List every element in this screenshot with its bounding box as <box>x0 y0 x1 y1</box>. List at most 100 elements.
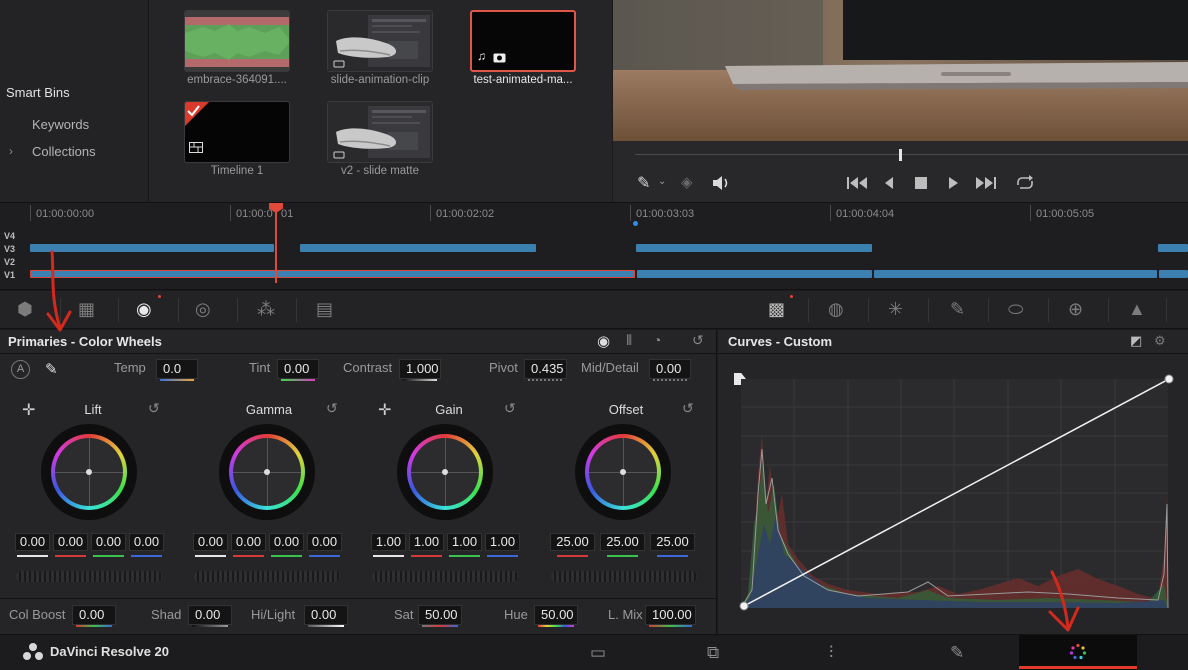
offset-wheel[interactable] <box>575 424 671 520</box>
offset-master-jog[interactable] <box>551 571 697 582</box>
timeline-clip[interactable] <box>637 270 872 278</box>
lift-b-value[interactable]: 0.00 <box>129 533 164 551</box>
wheel-puck[interactable] <box>442 469 448 475</box>
clip-thumbnail-slide-animation[interactable] <box>327 10 433 72</box>
sat-slider[interactable] <box>422 625 458 627</box>
mesh-icon[interactable]: ✳ <box>888 299 903 319</box>
gamma-y-value[interactable]: 0.00 <box>193 533 228 551</box>
mid-detail-field[interactable]: 0.00 <box>649 359 691 379</box>
edit-page-icon[interactable]: ⧉ <box>707 643 719 663</box>
clip-thumbnail-embrace[interactable] <box>184 10 290 72</box>
curve-control-point[interactable] <box>1164 374 1174 384</box>
temp-field[interactable]: 0.0 <box>156 359 198 379</box>
wheels-mode-icon[interactable]: ◉ <box>597 332 610 350</box>
lift-r-value[interactable]: 0.00 <box>53 533 88 551</box>
tracker-icon[interactable]: ⊕ <box>1068 299 1083 319</box>
curve-settings-icon[interactable]: ⚙ <box>1154 333 1166 349</box>
scrubber-track[interactable] <box>635 154 1188 155</box>
media-page-icon[interactable]: ▭ <box>590 643 606 663</box>
col-boost-field[interactable]: 0.00 <box>72 605 116 625</box>
loop-icon[interactable] <box>1014 175 1036 191</box>
timeline-clip[interactable] <box>636 244 872 252</box>
col-boost-slider[interactable] <box>76 625 112 627</box>
color-warper-icon[interactable]: ◍ <box>828 299 844 319</box>
timeline-clip-selected[interactable] <box>30 270 635 278</box>
bars-mode-icon[interactable]: ⦀ <box>626 332 632 349</box>
fairlight-page-icon[interactable]: ⫶ <box>829 643 833 663</box>
window-icon[interactable]: ⬭ <box>1008 299 1023 319</box>
reset-icon[interactable]: ↺ <box>326 400 338 417</box>
curve-control-point[interactable] <box>739 601 749 611</box>
gain-y-value[interactable]: 1.00 <box>371 533 406 551</box>
offset-g-value[interactable]: 25.00 <box>600 533 645 551</box>
play-icon[interactable] <box>947 176 959 190</box>
mini-timeline[interactable]: 01:00:00:00 01:00:0 01 01:00:02:02 01:00… <box>0 202 1188 290</box>
volume-icon[interactable] <box>712 175 732 191</box>
shad-slider[interactable] <box>192 625 228 627</box>
pivot-field[interactable]: 0.435 <box>524 359 567 379</box>
chevron-right-icon[interactable]: › <box>9 144 13 158</box>
lift-wheel[interactable] <box>41 424 137 520</box>
gain-g-value[interactable]: 1.00 <box>447 533 482 551</box>
timeline-clip[interactable] <box>1158 244 1188 252</box>
fusion-page-icon[interactable]: ✎ <box>950 643 964 663</box>
stop-icon[interactable] <box>915 177 927 189</box>
pivot-slider[interactable] <box>528 379 562 381</box>
gain-master-jog[interactable] <box>372 571 518 582</box>
lift-g-value[interactable]: 0.00 <box>91 533 126 551</box>
chevron-down-icon[interactable]: ⌄ <box>658 176 666 187</box>
clip-thumbnail-timeline-1[interactable] <box>184 101 290 163</box>
gain-r-value[interactable]: 1.00 <box>409 533 444 551</box>
l-mix-field[interactable]: 100.00 <box>645 605 696 625</box>
temp-slider[interactable] <box>160 379 194 381</box>
qualifier-icon[interactable]: ✎ <box>950 299 965 319</box>
rgb-mixer-icon[interactable]: ⁂ <box>257 299 275 319</box>
skip-end-icon[interactable] <box>975 176 997 190</box>
contrast-slider[interactable] <box>403 379 437 381</box>
tint-slider[interactable] <box>281 379 315 381</box>
curves-icon[interactable]: ▩ <box>768 299 785 319</box>
skip-start-icon[interactable] <box>846 176 868 190</box>
sat-field[interactable]: 50.00 <box>418 605 462 625</box>
hue-slider[interactable] <box>538 625 574 627</box>
tint-field[interactable]: 0.00 <box>277 359 319 379</box>
hdr-wheels-icon[interactable]: ◎ <box>195 299 211 319</box>
timeline-clip[interactable] <box>874 270 1157 278</box>
gamma-master-jog[interactable] <box>194 571 340 582</box>
playhead-line[interactable] <box>275 211 277 283</box>
mid-detail-slider[interactable] <box>653 379 687 381</box>
offset-b-value[interactable]: 25.00 <box>650 533 695 551</box>
gamma-g-value[interactable]: 0.00 <box>269 533 304 551</box>
color-wheels-icon[interactable]: ◉ <box>136 299 152 319</box>
reset-icon[interactable]: ↺ <box>504 400 516 417</box>
gamma-b-value[interactable]: 0.00 <box>307 533 342 551</box>
gain-b-value[interactable]: 1.00 <box>485 533 520 551</box>
blur-icon[interactable]: ▲ <box>1128 299 1146 319</box>
wheel-puck[interactable] <box>264 469 270 475</box>
step-back-icon[interactable] <box>883 176 895 190</box>
camera-raw-icon[interactable]: ⬢ <box>17 299 33 319</box>
layers-icon[interactable]: ◈ <box>681 173 693 191</box>
hi-light-field[interactable]: 0.00 <box>304 605 348 625</box>
color-page-tab[interactable] <box>1019 635 1137 670</box>
hue-field[interactable]: 50.00 <box>534 605 578 625</box>
log-mode-icon[interactable]: ◔ <box>653 332 661 348</box>
offset-r-value[interactable]: 25.00 <box>550 533 595 551</box>
color-match-icon[interactable]: ▦ <box>78 299 95 319</box>
reset-icon[interactable]: ↺ <box>682 400 694 417</box>
white-balance-picker-icon[interactable]: ✎ <box>45 360 58 378</box>
curve-graph[interactable] <box>718 354 1188 634</box>
bin-item-collections[interactable]: Collections <box>32 144 96 159</box>
auto-balance-button[interactable]: A <box>11 360 30 379</box>
gamma-wheel[interactable] <box>219 424 315 520</box>
eyedropper-icon[interactable]: ✎ <box>637 173 650 193</box>
clip-thumbnail-test-animated[interactable]: ♫ <box>470 10 576 72</box>
gamma-r-value[interactable]: 0.00 <box>231 533 266 551</box>
marker-dot[interactable] <box>633 221 638 226</box>
motion-effects-icon[interactable]: ▤ <box>316 299 333 319</box>
hi-light-slider[interactable] <box>308 625 344 627</box>
bin-item-keywords[interactable]: Keywords <box>32 117 89 132</box>
contrast-field[interactable]: 1.000 <box>399 359 441 379</box>
clip-thumbnail-v2-slide-matte[interactable] <box>327 101 433 163</box>
reset-icon[interactable]: ↺ <box>692 332 704 349</box>
